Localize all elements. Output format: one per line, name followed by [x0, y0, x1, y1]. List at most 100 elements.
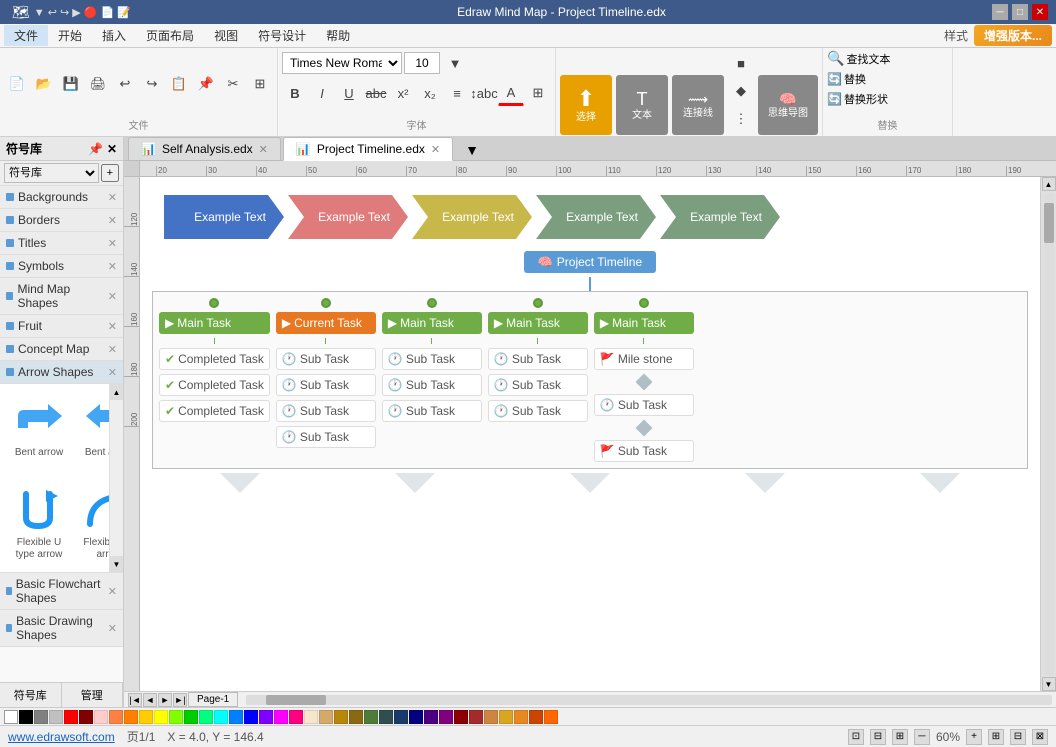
col3-task3[interactable]: 🕐 Sub Task [382, 400, 482, 422]
color-cream[interactable] [304, 710, 318, 724]
enhanced-button[interactable]: 增强版本... [974, 25, 1052, 46]
sidebar-close-btn[interactable]: ✕ [107, 142, 117, 156]
sidebar-item-flowchart[interactable]: Basic Flowchart Shapes ✕ [0, 573, 123, 610]
menu-insert[interactable]: 插入 [92, 25, 136, 46]
color-sky[interactable] [229, 710, 243, 724]
col1-task2[interactable]: ✔ Completed Task [159, 374, 270, 396]
chevron-1[interactable]: Example Text [164, 195, 284, 239]
color-silver[interactable] [49, 710, 63, 724]
tab-self-analysis-close[interactable]: ✕ [259, 143, 268, 156]
color-maroon[interactable] [79, 710, 93, 724]
color-violet[interactable] [259, 710, 273, 724]
color-pink[interactable] [94, 710, 108, 724]
col4-task3[interactable]: 🕐 Sub Task [488, 400, 588, 422]
color-dark-blue[interactable] [409, 710, 423, 724]
tb-underline[interactable]: U [336, 80, 362, 106]
color-spring[interactable] [199, 710, 213, 724]
color-purple[interactable] [439, 710, 453, 724]
font-size-down[interactable]: ▼ [442, 50, 468, 76]
color-green[interactable] [184, 710, 198, 724]
page-tab[interactable]: Page-1 [188, 692, 238, 707]
new-tab-btn[interactable]: ▼ [459, 140, 485, 160]
color-indigo[interactable] [424, 710, 438, 724]
sidebar-pin-btn[interactable]: 📌 [88, 142, 103, 156]
font-size-input[interactable] [404, 52, 440, 74]
hscroll-track[interactable] [246, 695, 1052, 705]
color-rose[interactable] [289, 710, 303, 724]
zoom-in-btn[interactable]: + [966, 729, 982, 745]
color-lime[interactable] [169, 710, 183, 724]
vscroll-thumb[interactable] [1044, 203, 1054, 243]
color-dark-red[interactable] [454, 710, 468, 724]
scroll-down-btn[interactable]: ▼ [110, 556, 123, 572]
color-black[interactable] [19, 710, 33, 724]
close-button[interactable]: ✕ [1032, 4, 1048, 20]
color-dark-slate[interactable] [379, 710, 393, 724]
cat-backgrounds-close[interactable]: ✕ [108, 191, 117, 204]
color-dark-orange2[interactable] [514, 710, 528, 724]
vscroll-down-btn[interactable]: ▼ [1042, 677, 1056, 691]
manage-tab[interactable]: 管理 [62, 683, 124, 707]
zoom-fit-btn[interactable]: ⊡ [848, 729, 864, 745]
tb-open[interactable]: 📂 [31, 71, 57, 97]
col1-task1[interactable]: ✔ Completed Task [159, 348, 270, 370]
cat-flowchart-close[interactable]: ✕ [108, 585, 117, 598]
color-cyan[interactable] [214, 710, 228, 724]
menu-layout[interactable]: 页面布局 [136, 25, 204, 46]
tb-redo[interactable]: ↪ [139, 71, 165, 97]
cat-mindmap-close[interactable]: ✕ [108, 290, 117, 303]
color-magenta[interactable] [274, 710, 288, 724]
zoom-out-btn[interactable]: ─ [914, 729, 930, 745]
shape3-btn[interactable]: ⋮ [728, 106, 754, 132]
tb-strikethrough[interactable]: abc [363, 80, 389, 106]
tb-save[interactable]: 💾 [58, 71, 84, 97]
menu-symbol[interactable]: 符号设计 [248, 25, 316, 46]
page-next-btn[interactable]: ► [158, 693, 172, 707]
color-amber[interactable] [139, 710, 153, 724]
menu-file[interactable]: 文件 [4, 25, 48, 46]
tb-more1[interactable]: ⊞ [247, 71, 273, 97]
add-library-btn[interactable]: + [101, 164, 119, 182]
color-orange[interactable] [124, 710, 138, 724]
col3-header[interactable]: ▶Main Task [382, 312, 482, 334]
tb-italic[interactable]: I [309, 80, 335, 106]
canvas-scroll[interactable]: 20 30 40 50 60 70 80 90 100 110 120 130 … [124, 161, 1056, 691]
col4-task2[interactable]: 🕐 Sub Task [488, 374, 588, 396]
view-mode2-btn[interactable]: ⊟ [1010, 729, 1026, 745]
page-last-btn[interactable]: ►| [173, 693, 187, 707]
tab-project-timeline-close[interactable]: ✕ [431, 143, 440, 156]
menu-help[interactable]: 帮助 [316, 25, 360, 46]
cat-titles-close[interactable]: ✕ [108, 237, 117, 250]
text-tool-btn[interactable]: T 文本 [616, 75, 668, 135]
col2-task3[interactable]: 🕐 Sub Task [276, 400, 376, 422]
chevron-3[interactable]: Example Text [412, 195, 532, 239]
view-mode3-btn[interactable]: ⊠ [1032, 729, 1048, 745]
select-tool-btn[interactable]: ⬆ 选择 [560, 75, 612, 135]
hscroll-thumb[interactable] [266, 695, 326, 705]
chevron-2[interactable]: Example Text [288, 195, 408, 239]
color-brown[interactable] [469, 710, 483, 724]
col1-task3[interactable]: ✔ Completed Task [159, 400, 270, 422]
sidebar-item-arrows[interactable]: Arrow Shapes ✕ [0, 361, 123, 384]
page-prev-btn[interactable]: ◄ [143, 693, 157, 707]
right-scrollbar[interactable]: ▲ ▼ [1040, 177, 1056, 691]
tb-new[interactable]: 📄 [4, 71, 30, 97]
sidebar-scroll[interactable]: Backgrounds ✕ Borders ✕ Titles ✕ [0, 186, 123, 682]
color-yellow[interactable] [154, 710, 168, 724]
tb-bold[interactable]: B [282, 80, 308, 106]
cat-borders-close[interactable]: ✕ [108, 214, 117, 227]
tab-project-timeline[interactable]: 📊 Project Timeline.edx ✕ [283, 137, 453, 161]
scroll-up-btn[interactable]: ▲ [110, 384, 123, 400]
cat-concept-close[interactable]: ✕ [108, 343, 117, 356]
color-dark-gold[interactable] [349, 710, 363, 724]
tb-paste[interactable]: 📌 [193, 71, 219, 97]
col2-task4[interactable]: 🕐 Sub Task [276, 426, 376, 448]
color-peru[interactable] [484, 710, 498, 724]
color-bright-orange[interactable] [544, 710, 558, 724]
minimize-button[interactable]: ─ [992, 4, 1008, 20]
main-canvas[interactable]: Example Text Example Text Example Text E… [140, 177, 1040, 691]
col4-task1[interactable]: 🕐 Sub Task [488, 348, 588, 370]
shape1-btn[interactable]: ■ [728, 50, 754, 76]
chevron-4[interactable]: Example Text [536, 195, 656, 239]
tb-cut[interactable]: ✂ [220, 71, 246, 97]
